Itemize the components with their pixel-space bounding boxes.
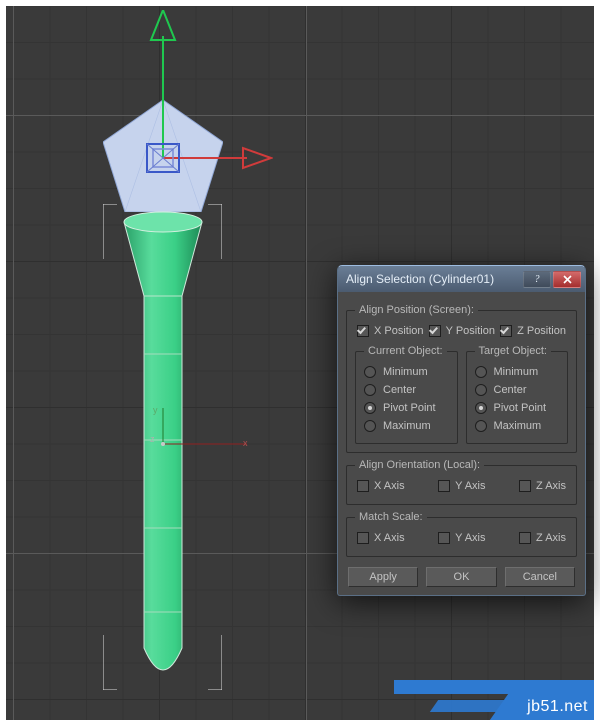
cancel-button[interactable]: Cancel [505,567,575,587]
orient-z-checkbox[interactable]: Z Axis [519,480,566,492]
align-selection-dialog[interactable]: Align Selection (Cylinder01) ? Align Pos… [337,265,586,596]
match-scale-group: Match Scale: X Axis Y Axis Z Axis [346,511,577,557]
target-center-radio[interactable]: Center [475,381,560,399]
help-button[interactable]: ? [523,271,551,288]
radio-label: Maximum [383,420,431,432]
current-center-radio[interactable]: Center [364,381,449,399]
radio-label: Minimum [383,366,428,378]
axis-label-x: x [243,438,248,448]
axis-label-y: y [153,405,158,415]
align-orientation-group: Align Orientation (Local): X Axis Y Axis… [346,459,577,505]
close-icon [563,275,572,284]
target-maximum-radio[interactable]: Maximum [475,417,560,435]
x-position-checkbox[interactable]: X Position [357,325,424,337]
close-button[interactable] [553,271,581,288]
current-pivot-radio[interactable]: Pivot Point [364,399,449,417]
group-label: Align Orientation (Local): [355,459,484,471]
radio-label: Pivot Point [494,402,547,414]
z-position-checkbox[interactable]: Z Position [500,325,566,337]
group-label: Align Position (Screen): [355,304,478,316]
origin-gizmo [157,404,257,474]
checkbox-label: X Axis [374,480,405,492]
checkbox-label: Y Axis [455,480,485,492]
radio-label: Maximum [494,420,542,432]
checkbox-label: X Position [374,325,424,337]
checkbox-label: Y Axis [455,532,485,544]
checkbox-label: Y Position [446,325,495,337]
orient-x-checkbox[interactable]: X Axis [357,480,405,492]
target-minimum-radio[interactable]: Minimum [475,363,560,381]
checkbox-label: Z Axis [536,532,566,544]
align-position-group: Align Position (Screen): X Position Y Po… [346,304,577,453]
scale-z-checkbox[interactable]: Z Axis [519,532,566,544]
checkbox-label: X Axis [374,532,405,544]
orient-y-checkbox[interactable]: Y Axis [438,480,485,492]
group-label: Target Object: [475,345,551,357]
titlebar[interactable]: Align Selection (Cylinder01) ? [338,266,585,292]
radio-label: Minimum [494,366,539,378]
radio-label: Center [383,384,416,396]
target-pivot-radio[interactable]: Pivot Point [475,399,560,417]
apply-button[interactable]: Apply [348,567,418,587]
radio-label: Pivot Point [383,402,436,414]
current-object-group: Current Object: Minimum Center Pivot Poi… [355,345,458,444]
ok-button[interactable]: OK [426,567,496,587]
checkbox-label: Z Axis [536,480,566,492]
dialog-title: Align Selection (Cylinder01) [346,272,523,286]
group-label: Match Scale: [355,511,427,523]
checkbox-label: Z Position [517,325,566,337]
target-object-group: Target Object: Minimum Center Pivot Poin… [466,345,569,444]
scale-x-checkbox[interactable]: X Axis [357,532,405,544]
move-gizmo[interactable] [133,10,273,180]
radio-label: Center [494,384,527,396]
y-position-checkbox[interactable]: Y Position [429,325,495,337]
axis-label-z: z [150,434,155,444]
current-maximum-radio[interactable]: Maximum [364,417,449,435]
current-minimum-radio[interactable]: Minimum [364,363,449,381]
group-label: Current Object: [364,345,447,357]
scale-y-checkbox[interactable]: Y Axis [438,532,485,544]
